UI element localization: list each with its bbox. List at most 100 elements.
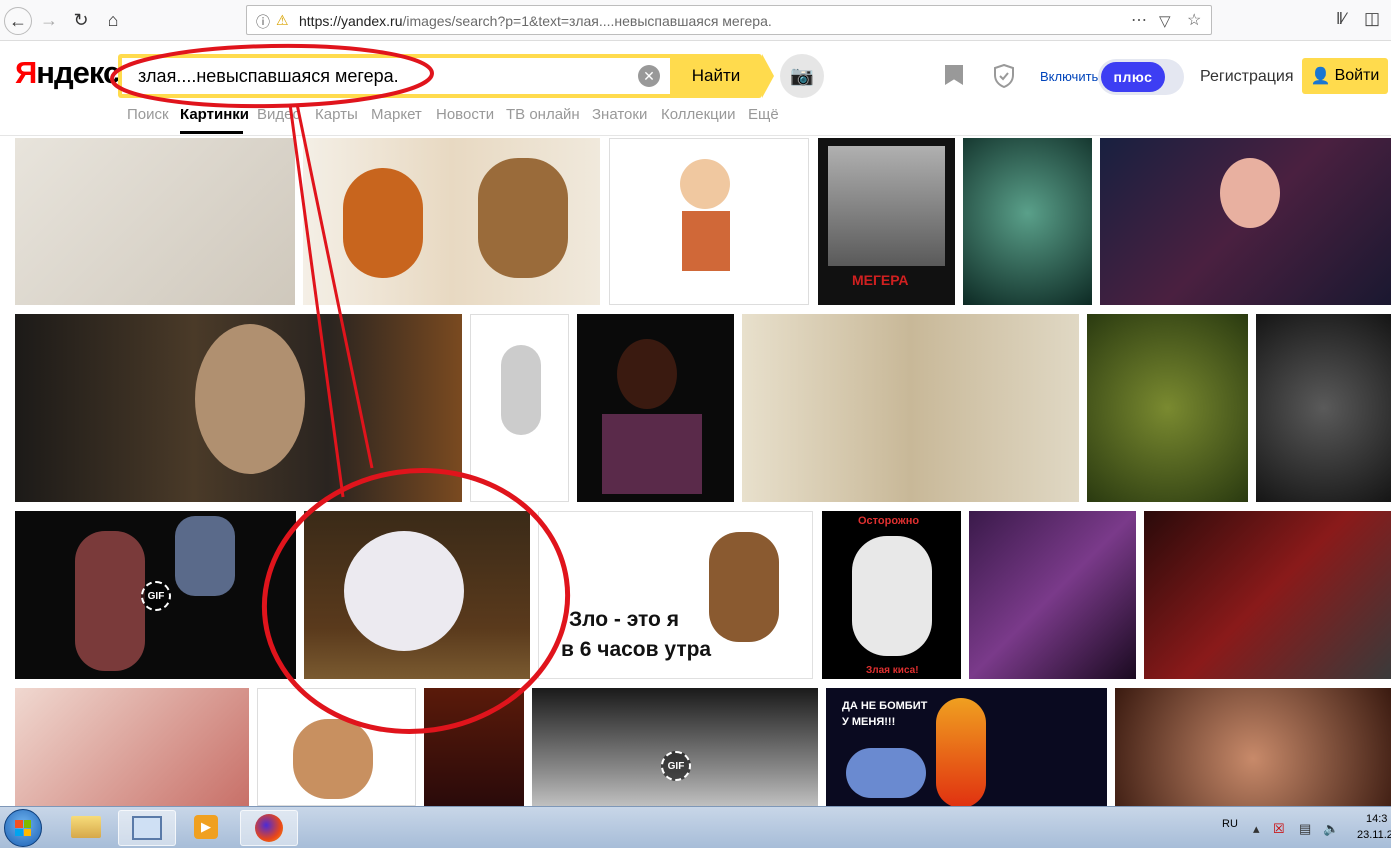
image-result[interactable]: МЕГЕРА <box>818 138 955 305</box>
windows-logo-icon <box>15 820 31 836</box>
image-result[interactable] <box>257 688 416 806</box>
tab-video[interactable]: Видео <box>257 106 301 123</box>
tab-tv-online[interactable]: ТВ онлайн <box>506 106 580 123</box>
image-result[interactable] <box>424 688 524 806</box>
image-result[interactable] <box>1100 138 1391 305</box>
image-result[interactable] <box>304 511 530 679</box>
network-error-icon[interactable]: ☒ <box>1273 821 1285 837</box>
bookmark-icon[interactable] <box>945 65 963 85</box>
image-result[interactable] <box>1087 314 1248 502</box>
folder-icon <box>71 816 101 838</box>
language-indicator[interactable]: RU <box>1222 818 1238 830</box>
tab-market[interactable]: Маркет <box>371 106 422 123</box>
more-icon[interactable]: ⋯ <box>1131 10 1147 30</box>
camera-search-icon[interactable]: 📷 <box>780 54 824 98</box>
image-result[interactable] <box>742 314 1079 502</box>
sidebar-icon[interactable]: ◫ <box>1364 9 1380 29</box>
image-result[interactable]: Зло - это я в 6 часов утра <box>538 511 813 679</box>
image-result[interactable]: GIF <box>15 511 296 679</box>
image-result[interactable] <box>963 138 1092 305</box>
hair-figure <box>617 339 677 409</box>
tab-more[interactable]: Ещё <box>748 106 779 123</box>
shield-icon[interactable] <box>993 64 1015 88</box>
gif-badge: GIF <box>141 581 171 611</box>
forward-icon[interactable]: → <box>36 7 62 33</box>
tab-maps[interactable]: Карты <box>315 106 358 123</box>
reload-icon[interactable]: ↻ <box>68 7 94 33</box>
search-input[interactable] <box>122 58 670 94</box>
url-text: https://yandex.ru/images/search?p=1&text… <box>299 13 772 29</box>
search-button-arrow <box>762 54 774 98</box>
image-results: МЕГЕРА GIF Зло - это я в 6 часов утра Ос… <box>0 136 1391 806</box>
volume-icon[interactable]: 🔈 <box>1323 821 1339 837</box>
yandex-header: Яндекс ✕ Найти 📷 Включить плюс Регистрац… <box>0 41 1391 136</box>
tab-experts[interactable]: Знатоки <box>592 106 647 123</box>
pocket-icon[interactable]: ▽ <box>1159 12 1171 30</box>
image-result[interactable] <box>15 138 295 305</box>
tab-images[interactable]: Картинки <box>180 106 249 123</box>
hades-caption-1: ДА НЕ БОМБИТ <box>842 700 928 712</box>
tab-news[interactable]: Новости <box>436 106 494 123</box>
megera-caption: МЕГЕРА <box>852 272 909 288</box>
insecure-lock-icon[interactable]: ⚠ <box>276 12 289 29</box>
plus-badge: плюс <box>1101 62 1165 92</box>
image-result[interactable]: Осторожно Злая киса! <box>822 511 961 679</box>
cat-figure <box>852 536 932 656</box>
register-link[interactable]: Регистрация <box>1200 68 1294 86</box>
taskbar: ▶ RU ▴ ☒ ▤ 🔈 14:3 23.11.2 <box>0 806 1391 848</box>
media-player-taskbar-button[interactable]: ▶ <box>178 810 234 844</box>
browser-toolbar: ← → ↻ ⌂ ⓘ ⚠ https://yandex.ru/images/sea… <box>0 0 1391 41</box>
image-result[interactable] <box>609 138 809 305</box>
image-result[interactable]: ДА НЕ БОМБИТ У МЕНЯ!!! <box>826 688 1107 806</box>
gif-badge: GIF <box>661 751 691 781</box>
clock-time[interactable]: 14:3 <box>1366 813 1387 825</box>
active-tab-underline <box>180 131 243 134</box>
search-form: ✕ Найти <box>118 54 762 98</box>
info-icon[interactable]: ⓘ <box>256 12 270 32</box>
image-result[interactable] <box>1115 688 1391 806</box>
owl-figure <box>478 158 568 278</box>
user-icon: 👤 <box>1310 68 1331 85</box>
explorer-taskbar-button[interactable] <box>58 810 114 844</box>
star-icon[interactable]: ☆ <box>1187 10 1201 30</box>
monster-figure <box>344 531 464 651</box>
cartoon-figure <box>936 698 986 806</box>
image-result[interactable] <box>470 314 569 502</box>
login-button[interactable]: 👤 Войти <box>1302 58 1388 94</box>
tab-search[interactable]: Поиск <box>127 106 169 123</box>
plus-toggle[interactable]: плюс <box>1098 59 1184 95</box>
image-result[interactable] <box>1256 314 1391 502</box>
image-result[interactable] <box>303 138 600 305</box>
image-result[interactable] <box>577 314 734 502</box>
image-result[interactable] <box>969 511 1136 679</box>
hades-caption-2: У МЕНЯ!!! <box>842 716 896 728</box>
cat-caption-bottom: Злая киса! <box>866 665 919 676</box>
search-button[interactable]: Найти <box>670 54 762 98</box>
tab-collections[interactable]: Коллекции <box>661 106 736 123</box>
home-icon[interactable]: ⌂ <box>100 7 126 33</box>
library-icon[interactable]: ‖⁄ <box>1336 9 1346 29</box>
clock-date[interactable]: 23.11.2 <box>1357 829 1391 841</box>
poster-image <box>828 146 945 266</box>
cartoon-body <box>682 211 730 271</box>
dress-figure <box>602 414 702 494</box>
start-button[interactable] <box>4 809 42 847</box>
cartoon-figure <box>293 719 373 799</box>
owl-figure <box>343 168 423 278</box>
tray-expand-icon[interactable]: ▴ <box>1253 821 1260 837</box>
cat-caption-top: Осторожно <box>858 515 920 527</box>
image-result[interactable] <box>1144 511 1391 679</box>
back-icon[interactable]: ← <box>4 7 32 35</box>
sketch-figure <box>501 345 541 435</box>
display-icon[interactable]: ▤ <box>1299 821 1311 837</box>
enable-plus-link[interactable]: Включить <box>1040 69 1098 84</box>
window-taskbar-button[interactable] <box>118 810 176 846</box>
clear-icon[interactable]: ✕ <box>638 65 660 87</box>
face-figure <box>195 324 305 474</box>
address-bar[interactable]: ⓘ ⚠ https://yandex.ru/images/search?p=1&… <box>246 5 1212 35</box>
image-result[interactable] <box>15 314 462 502</box>
image-result[interactable] <box>15 688 249 806</box>
image-result[interactable]: GIF <box>532 688 818 806</box>
yandex-logo[interactable]: Яндекс <box>15 55 120 91</box>
firefox-taskbar-button[interactable] <box>240 810 298 846</box>
